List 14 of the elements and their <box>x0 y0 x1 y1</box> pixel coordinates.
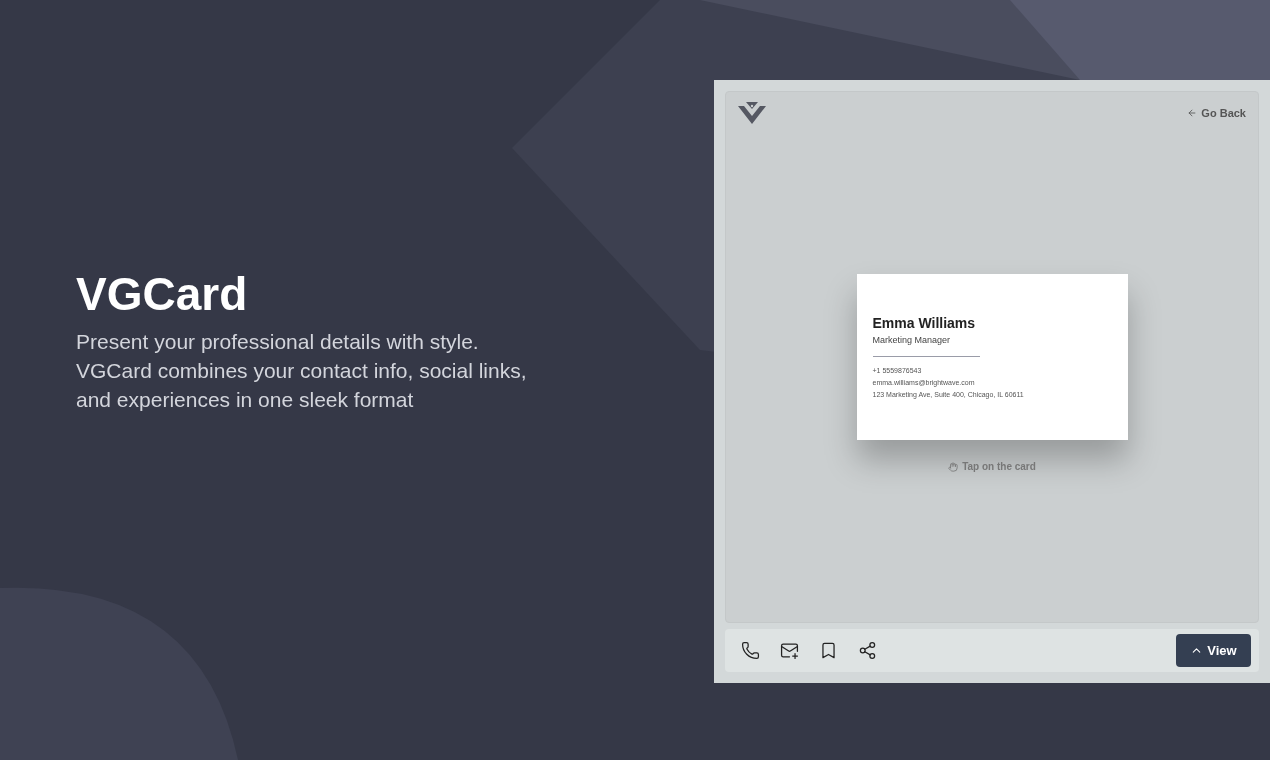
hero-description: Present your professional details with style. VGCard combines your contact info, social links, and experiences in one sleek format <box>76 329 528 414</box>
hand-icon <box>948 461 959 472</box>
arrow-left-icon <box>1187 108 1198 118</box>
hero-title: VGCard <box>76 266 249 322</box>
bookmark-button[interactable] <box>819 641 838 660</box>
card-name: Emma Williams <box>872 314 977 334</box>
email-button[interactable] <box>780 641 799 660</box>
share-button[interactable] <box>858 641 877 660</box>
card-role: Marketing Manager <box>872 334 952 348</box>
tap-hint: Tap on the card <box>962 460 1036 474</box>
go-back-link[interactable]: Go Back <box>1187 104 1246 122</box>
logo-icon <box>738 102 766 124</box>
phone-button[interactable] <box>741 641 760 660</box>
view-button[interactable]: View <box>1176 634 1251 667</box>
